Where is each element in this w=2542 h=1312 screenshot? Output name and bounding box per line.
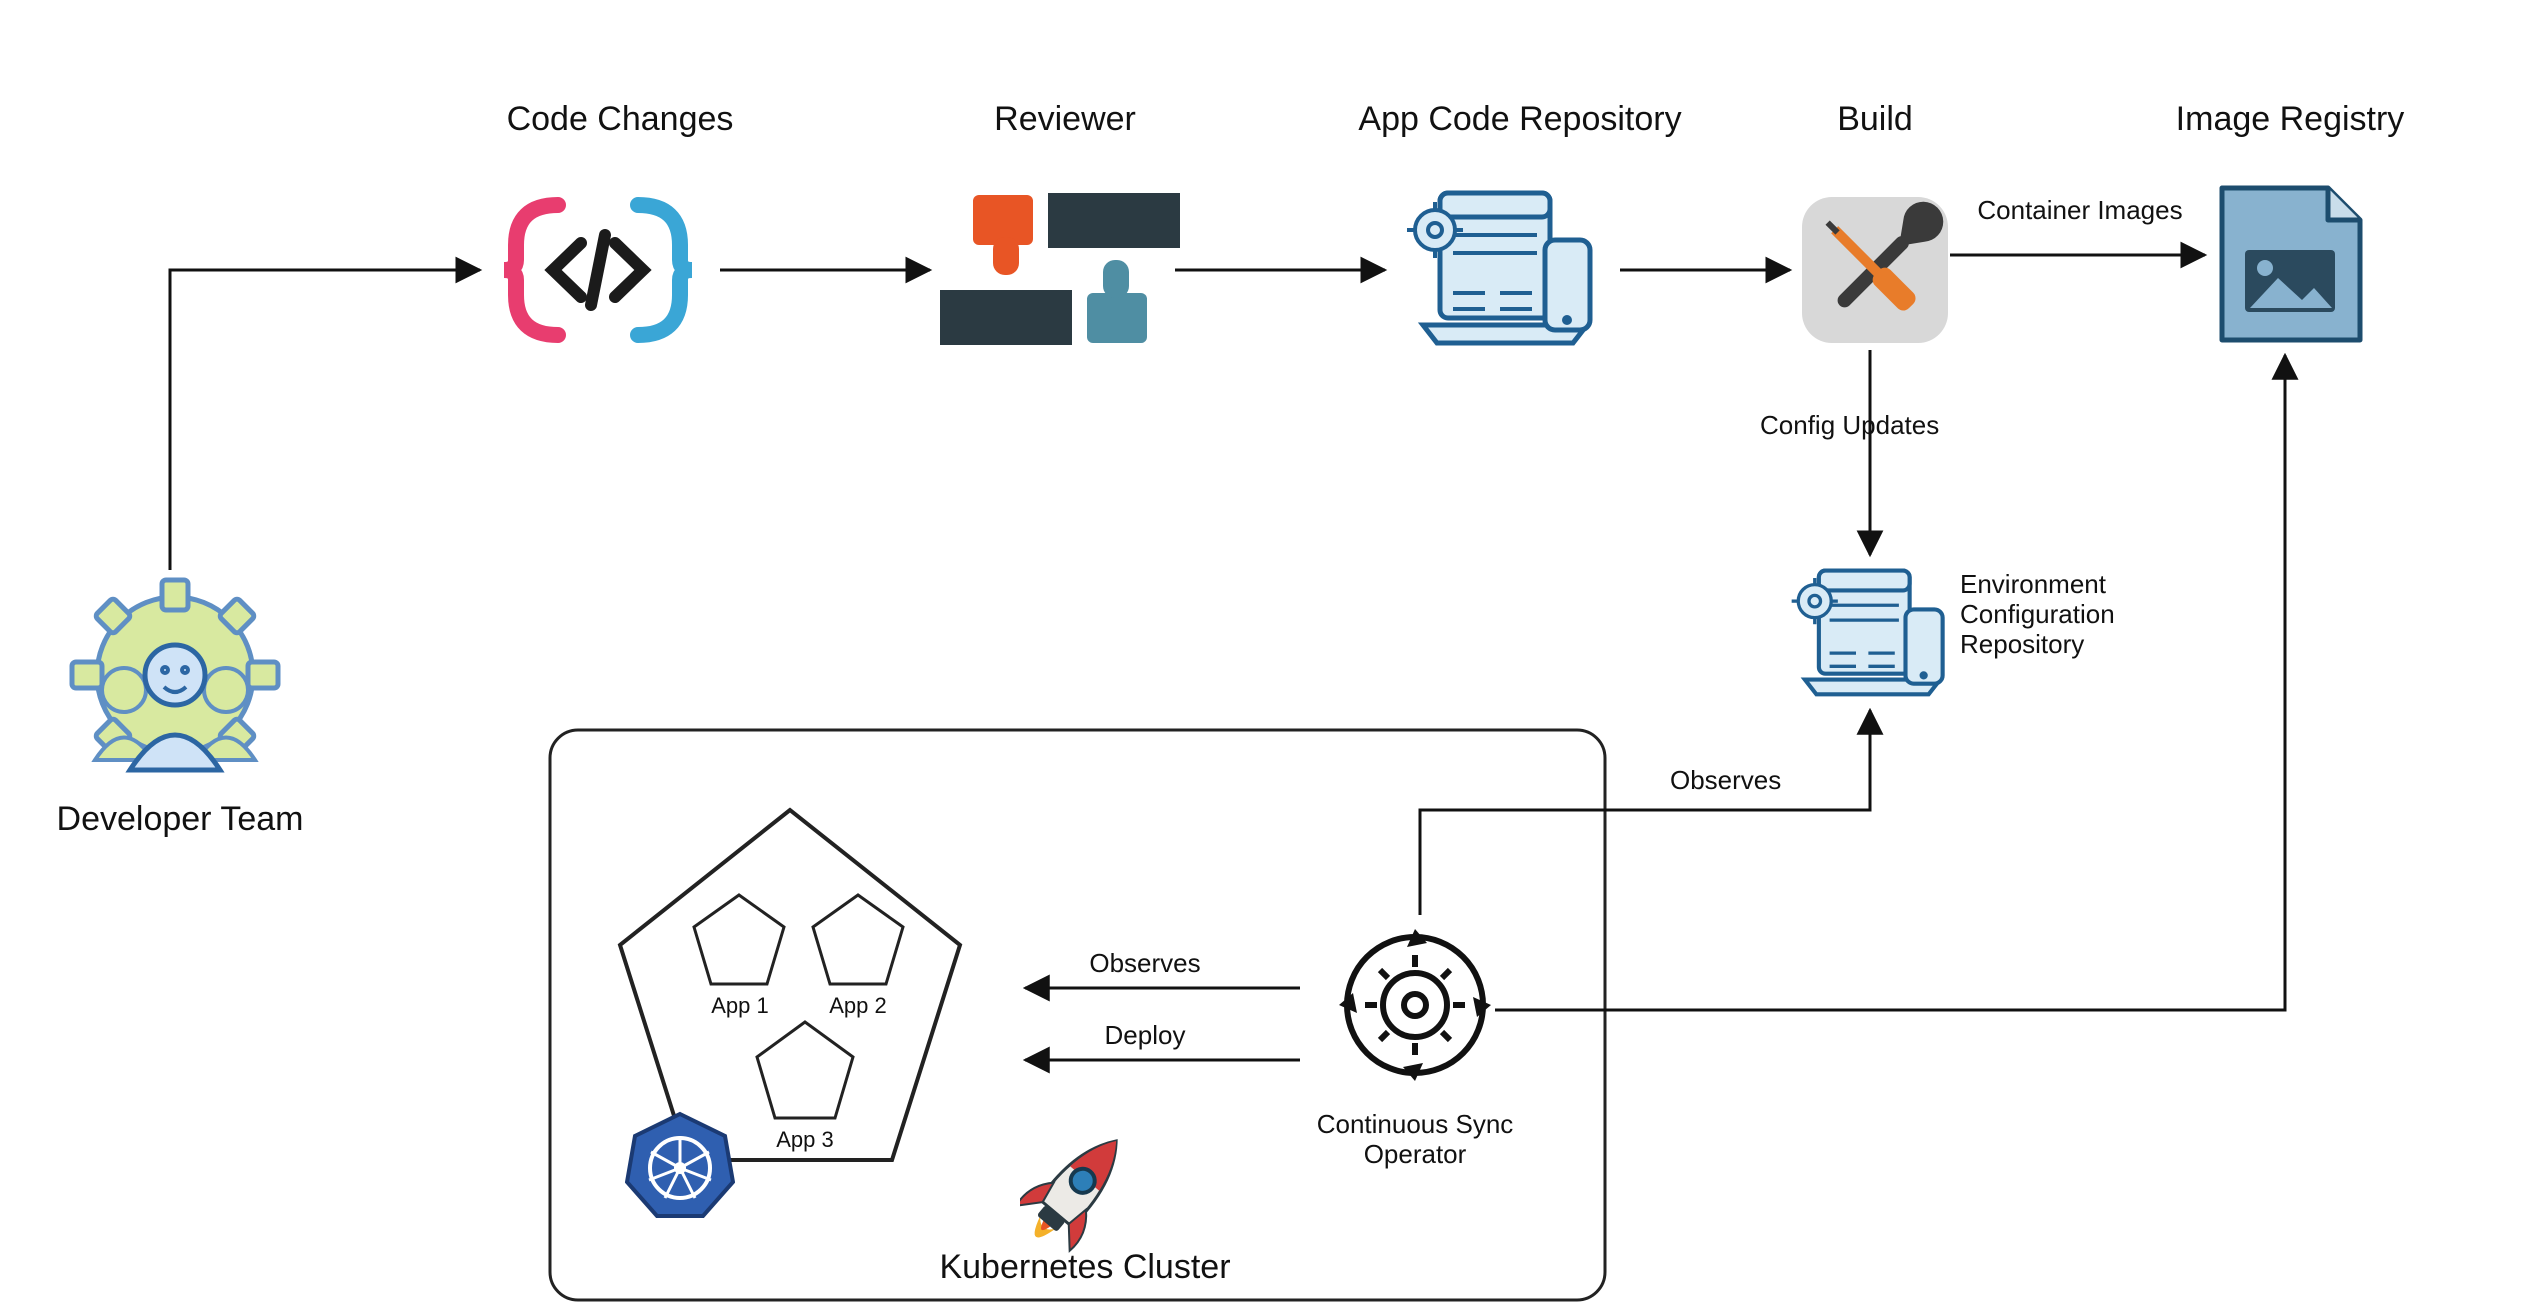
rocket-icon — [1020, 1120, 1130, 1260]
kubernetes-icon — [625, 1110, 735, 1220]
label-continuous-sync: Continuous Sync Operator — [1275, 1110, 1555, 1170]
build-icon — [1800, 195, 1950, 345]
label-build: Build — [1800, 100, 1950, 139]
label-code-changes: Code Changes — [460, 100, 780, 139]
env-config-repo-l2: Configuration — [1960, 599, 2115, 629]
env-config-repo-l1: Environment — [1960, 569, 2106, 599]
image-registry-icon — [2210, 180, 2370, 350]
env-config-repo-l3: Repository — [1960, 629, 2084, 659]
continuous-sync-icon — [1335, 925, 1495, 1095]
diagram-canvas: Code Changes Reviewer App Code Repositor… — [0, 0, 2542, 1312]
code-changes-icon — [498, 180, 698, 360]
label-env-config-repo: Environment Configuration Repository — [1960, 570, 2180, 660]
continuous-sync-l2: Operator — [1364, 1139, 1467, 1169]
edge-config-updates: Config Updates — [1760, 410, 1990, 441]
edge-observes-env: Observes — [1670, 765, 1830, 796]
label-app2: App 2 — [823, 993, 893, 1019]
label-image-registry: Image Registry — [2120, 100, 2460, 139]
label-developer-team: Developer Team — [20, 800, 340, 839]
label-app1: App 1 — [705, 993, 775, 1019]
env-config-repo-icon — [1790, 555, 1955, 705]
label-reviewer: Reviewer — [965, 100, 1165, 139]
edge-observes-apps: Observes — [1065, 948, 1225, 979]
edge-deploy: Deploy — [1065, 1020, 1225, 1051]
label-app-code-repo: App Code Repository — [1320, 100, 1720, 139]
developer-team-icon — [60, 575, 290, 785]
continuous-sync-l1: Continuous Sync — [1317, 1109, 1514, 1139]
app-code-repo-icon — [1405, 175, 1605, 355]
reviewer-icon — [935, 175, 1185, 365]
edge-container-images: Container Images — [1960, 195, 2200, 226]
label-app3: App 3 — [770, 1127, 840, 1153]
